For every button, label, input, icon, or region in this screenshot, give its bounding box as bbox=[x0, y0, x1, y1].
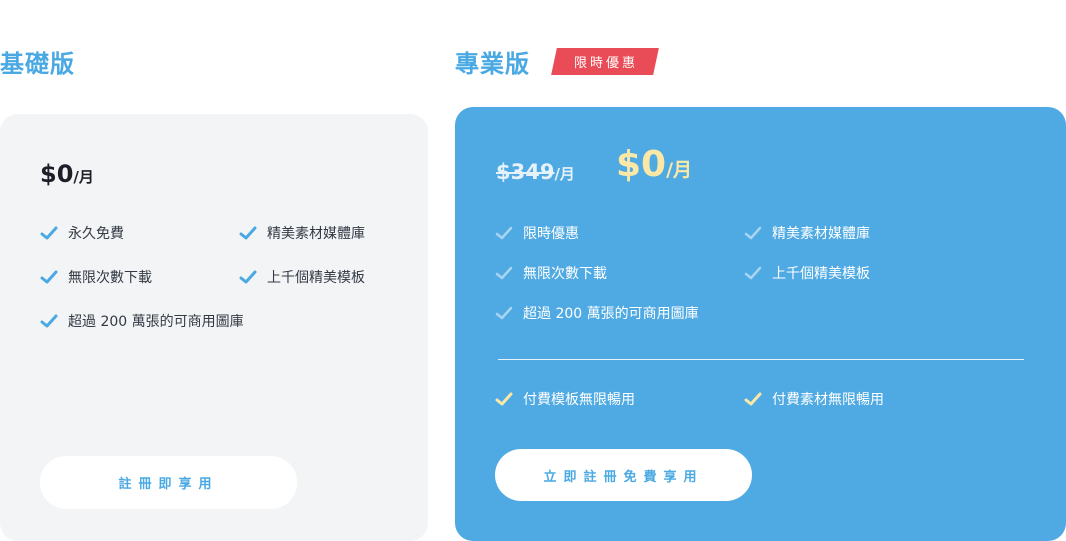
pro-plan-title: 專業版 bbox=[455, 50, 530, 78]
basic-price-amount: $0 bbox=[40, 160, 74, 188]
pro-feature-item: 上千個精美模板 bbox=[744, 263, 870, 283]
pro-divider bbox=[498, 359, 1024, 360]
check-icon bbox=[744, 392, 762, 406]
pro-price-unit: /月 bbox=[666, 159, 693, 181]
pro-signup-button[interactable]: 立即註冊免費享用 bbox=[495, 449, 752, 501]
check-icon bbox=[744, 226, 762, 240]
pro-feature-item: 限時優惠 bbox=[495, 223, 579, 243]
pro-feature-item: 超過 200 萬張的可商用圖庫 bbox=[495, 303, 699, 323]
pro-extra-label: 付費模板無限暢用 bbox=[523, 392, 635, 408]
basic-feature-label: 無限次數下載 bbox=[68, 270, 152, 286]
check-icon bbox=[40, 270, 58, 284]
basic-feature-item: 精美素材媒體庫 bbox=[239, 223, 365, 243]
basic-feature-item: 上千個精美模板 bbox=[239, 267, 365, 287]
basic-feature-item: 永久免費 bbox=[40, 223, 124, 243]
basic-signup-button[interactable]: 註冊即享用 bbox=[40, 456, 297, 509]
basic-feature-label: 超過 200 萬張的可商用圖庫 bbox=[68, 314, 244, 330]
pro-feature-item: 無限次數下載 bbox=[495, 263, 607, 283]
pro-original-price-unit: /月 bbox=[554, 165, 575, 183]
basic-feature-item: 無限次數下載 bbox=[40, 267, 152, 287]
check-icon bbox=[495, 392, 513, 406]
pro-feature-item: 精美素材媒體庫 bbox=[744, 223, 870, 243]
pro-feature-label: 超過 200 萬張的可商用圖庫 bbox=[523, 306, 699, 322]
check-icon bbox=[495, 306, 513, 320]
pro-feature-label: 精美素材媒體庫 bbox=[772, 226, 870, 242]
pro-extra-item: 付費模板無限暢用 bbox=[495, 389, 635, 409]
check-icon bbox=[495, 266, 513, 280]
basic-feature-label: 精美素材媒體庫 bbox=[267, 226, 365, 242]
basic-price: $0/月 bbox=[40, 160, 94, 188]
pro-original-price: $349/月 bbox=[496, 160, 575, 184]
check-icon bbox=[239, 270, 257, 284]
pro-feature-label: 上千個精美模板 bbox=[772, 266, 870, 282]
pro-original-price-amount: $349 bbox=[496, 160, 555, 184]
basic-feature-label: 永久免費 bbox=[68, 226, 124, 242]
check-icon bbox=[744, 266, 762, 280]
pro-feature-label: 限時優惠 bbox=[523, 226, 579, 242]
basic-price-unit: /月 bbox=[73, 168, 94, 186]
pro-extra-item: 付費素材無限暢用 bbox=[744, 389, 884, 409]
check-icon bbox=[40, 314, 58, 328]
pro-feature-label: 無限次數下載 bbox=[523, 266, 607, 282]
pro-extra-label: 付費素材無限暢用 bbox=[772, 392, 884, 408]
pro-price-amount: $0 bbox=[616, 144, 667, 185]
basic-feature-label: 上千個精美模板 bbox=[267, 270, 365, 286]
limited-offer-badge: 限時優惠 bbox=[551, 48, 659, 75]
basic-plan-title: 基礎版 bbox=[0, 50, 75, 78]
check-icon bbox=[40, 226, 58, 240]
check-icon bbox=[495, 226, 513, 240]
check-icon bbox=[239, 226, 257, 240]
pro-price: $0/月 bbox=[616, 144, 692, 185]
basic-feature-item: 超過 200 萬張的可商用圖庫 bbox=[40, 311, 244, 331]
